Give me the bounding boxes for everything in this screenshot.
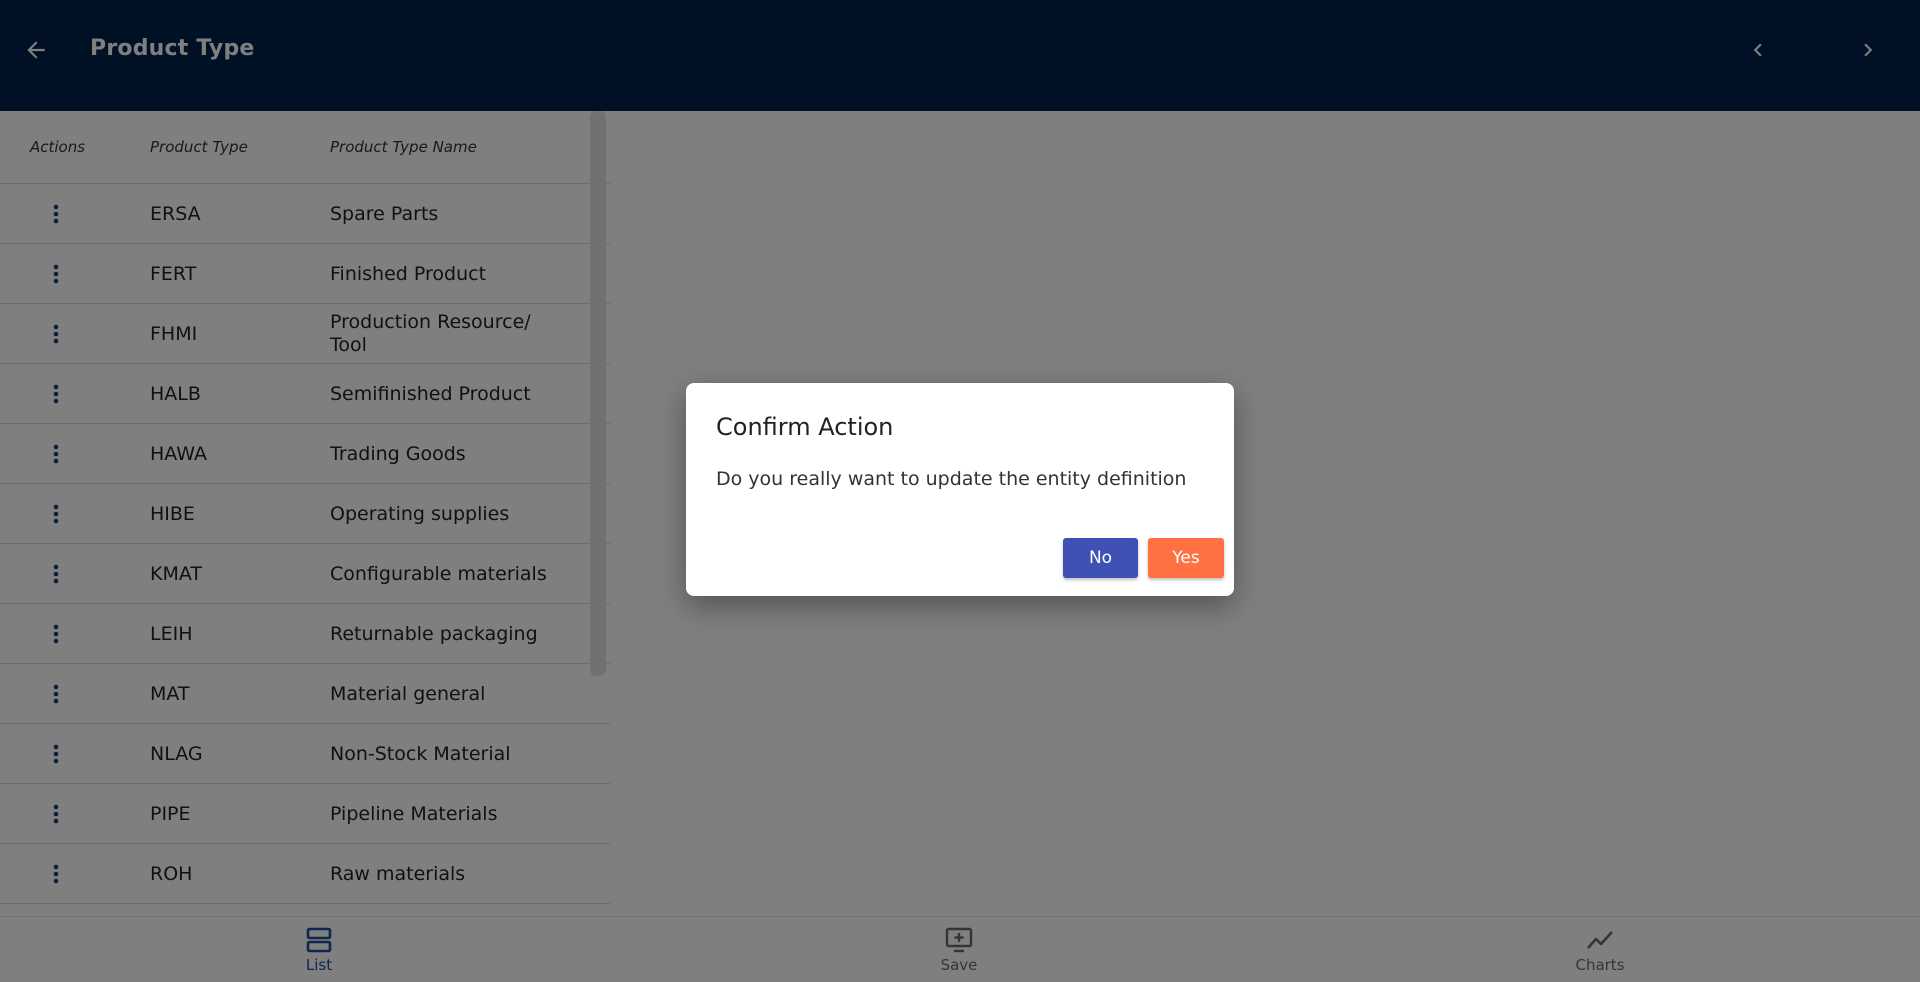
confirm-dialog: Confirm Action Do you really want to upd… (686, 383, 1234, 596)
dialog-message: Do you really want to update the entity … (716, 468, 1187, 490)
dialog-title: Confirm Action (716, 413, 894, 441)
no-button[interactable]: No (1063, 538, 1138, 578)
yes-button[interactable]: Yes (1148, 538, 1224, 578)
